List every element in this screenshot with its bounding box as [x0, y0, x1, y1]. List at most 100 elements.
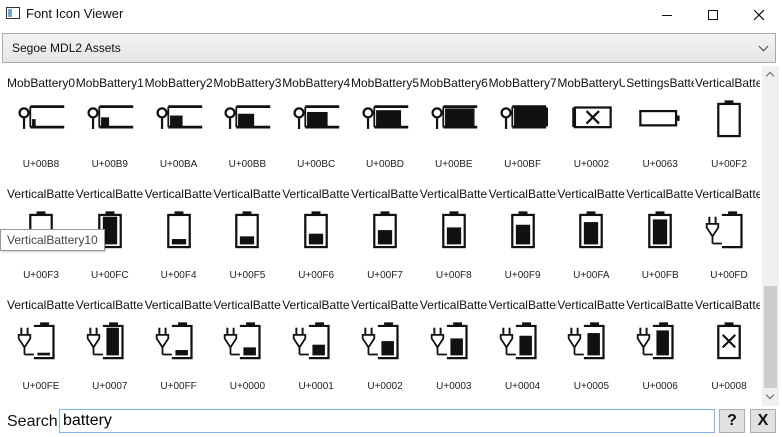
icon-cell[interactable]: VerticalBatteryCharging4 U+0001: [282, 288, 350, 399]
icon-cell[interactable]: MobBattery0 U+00B8: [7, 66, 75, 177]
icon-name: VerticalBatteryUnknown: [695, 298, 760, 312]
font-select[interactable]: Segoe MDL2 Assets: [2, 33, 776, 63]
battery-icon: [18, 105, 65, 129]
icon-name: VerticalBatteryCharging5: [351, 298, 419, 312]
tooltip: VerticalBattery10: [0, 229, 105, 251]
icon-cell[interactable]: MobBattery1 U+00B9: [76, 66, 144, 177]
maximize-button[interactable]: [690, 0, 736, 30]
icon-cell[interactable]: MobBatteryUnknown U+0002: [557, 66, 625, 177]
icon-cell[interactable]: MobBattery5 U+00BD: [351, 66, 419, 177]
icon-code: U+00F8: [435, 270, 472, 281]
icon-code: U+00FC: [91, 270, 129, 281]
maximize-icon: [708, 10, 718, 20]
icon-name: VerticalBattery6: [419, 187, 488, 201]
icon-name: VerticalBatteryCharging9: [626, 298, 694, 312]
scroll-thumb[interactable]: [764, 286, 777, 388]
icon-code: U+00F9: [504, 270, 541, 281]
icon-name: MobBattery3: [213, 76, 282, 90]
icon-code: U+00F6: [298, 270, 335, 281]
icon-code: U+0006: [642, 381, 678, 392]
icon-code: U+00BD: [365, 159, 405, 170]
icon-name: MobBattery4: [282, 76, 351, 90]
minimize-icon: [662, 14, 672, 16]
scroll-up-arrow[interactable]: [762, 66, 779, 83]
icon-cell[interactable]: VerticalBattery6 U+00F8: [420, 177, 488, 288]
icon-cell[interactable]: VerticalBattery8 U+00FA: [557, 177, 625, 288]
battery-icon: [166, 211, 191, 249]
icon-cell[interactable]: VerticalBatteryCharging6 U+0003: [420, 288, 488, 399]
icon-code: U+00BF: [504, 159, 542, 170]
icon-cell[interactable]: VerticalBatteryCharging10 U+0007: [76, 288, 144, 399]
icon-cell[interactable]: VerticalBattery9 U+00FB: [626, 177, 694, 288]
search-input[interactable]: [59, 409, 715, 433]
search-label: Search: [7, 413, 58, 430]
icon-name: VerticalBattery5: [351, 187, 419, 201]
battery-icon: [224, 105, 271, 129]
icon-name: VerticalBattery9: [626, 187, 694, 201]
close-button[interactable]: [736, 0, 782, 30]
battery-icon: [431, 105, 478, 129]
battery-icon: [235, 211, 260, 249]
icon-cell[interactable]: VerticalBatteryCharging8 U+0005: [557, 288, 625, 399]
icon-cell[interactable]: VerticalBatteryCharging1 U+00FE: [7, 288, 75, 399]
icon-cell[interactable]: VerticalBattery0 U+00F2: [695, 66, 760, 177]
icon-cell[interactable]: VerticalBattery7 U+00F9: [489, 177, 557, 288]
icon-code: U+00F2: [711, 159, 747, 170]
icon-name: MobBattery2: [144, 76, 213, 90]
icon-name: MobBatteryUnknown: [557, 76, 626, 90]
vertical-scrollbar[interactable]: [762, 66, 779, 406]
scroll-down-arrow[interactable]: [762, 389, 779, 406]
icon-name: VerticalBatteryCharging1: [7, 298, 75, 312]
battery-icon: [155, 322, 193, 360]
battery-icon: [705, 211, 743, 249]
icon-cell[interactable]: VerticalBatteryCharging5 U+0002: [351, 288, 419, 399]
icon-code: U+00F5: [229, 270, 266, 281]
clear-button[interactable]: X: [750, 409, 776, 433]
icon-code: U+00B8: [22, 159, 60, 170]
icon-cell[interactable]: VerticalBattery3 U+00F5: [213, 177, 281, 288]
icon-code: U+0002: [573, 159, 610, 170]
icon-cell[interactable]: MobBattery7 U+00BF: [489, 66, 557, 177]
icon-name: VerticalBatteryCharging6: [419, 298, 488, 312]
icon-code: U+00BB: [228, 159, 267, 170]
icon-cell[interactable]: SettingsBattery U+0063: [626, 66, 694, 177]
icon-name: VerticalBatteryCharging4: [282, 298, 350, 312]
battery-icon: [636, 322, 674, 360]
icon-code: U+0000: [229, 381, 266, 392]
title-bar: Font Icon Viewer: [0, 0, 782, 30]
icon-cell[interactable]: VerticalBatteryCharging9 U+0006: [626, 288, 694, 399]
icon-cell[interactable]: VerticalBatteryCharging0 U+00FD: [695, 177, 760, 288]
icon-code: U+00F7: [367, 270, 403, 281]
icon-code: U+00B9: [91, 159, 128, 170]
icon-name: VerticalBattery8: [557, 187, 625, 201]
icon-cell[interactable]: VerticalBattery2 U+00F4: [145, 177, 213, 288]
icon-name: SettingsBattery: [626, 76, 694, 90]
close-icon: [753, 9, 765, 21]
icon-name: VerticalBatteryCharging3: [213, 298, 281, 312]
icon-cell[interactable]: VerticalBatteryCharging2 U+00FF: [145, 288, 213, 399]
battery-icon: [441, 211, 466, 249]
icon-cell[interactable]: VerticalBattery4 U+00F6: [282, 177, 350, 288]
icon-cell[interactable]: VerticalBatteryCharging7 U+0004: [489, 288, 557, 399]
icon-code: U+00FA: [573, 270, 610, 281]
minimize-button[interactable]: [644, 0, 690, 30]
icon-name: VerticalBatteryCharging0: [695, 187, 760, 201]
icon-code: U+0063: [642, 159, 678, 170]
help-button[interactable]: ?: [719, 409, 745, 433]
icon-cell[interactable]: MobBattery6 U+00BE: [420, 66, 488, 177]
icon-cell[interactable]: VerticalBatteryCharging3 U+0000: [213, 288, 281, 399]
icon-cell[interactable]: MobBattery2 U+00BA: [145, 66, 213, 177]
icon-cell[interactable]: MobBattery4 U+00BC: [282, 66, 350, 177]
icon-name: VerticalBattery2: [144, 187, 213, 201]
icon-cell[interactable]: VerticalBatteryUnknown U+0008: [695, 288, 760, 399]
icon-cell[interactable]: VerticalBattery5 U+00F7: [351, 177, 419, 288]
icon-code: U+00BC: [297, 159, 336, 170]
battery-icon: [362, 105, 409, 129]
battery-icon: [572, 106, 613, 129]
icon-name: VerticalBatteryCharging8: [557, 298, 625, 312]
icon-name: VerticalBattery1: [7, 187, 75, 201]
icon-code: U+00FF: [160, 381, 197, 392]
icon-cell[interactable]: MobBattery3 U+00BB: [213, 66, 281, 177]
icon-name: VerticalBattery4: [282, 187, 350, 201]
battery-icon: [568, 322, 606, 360]
